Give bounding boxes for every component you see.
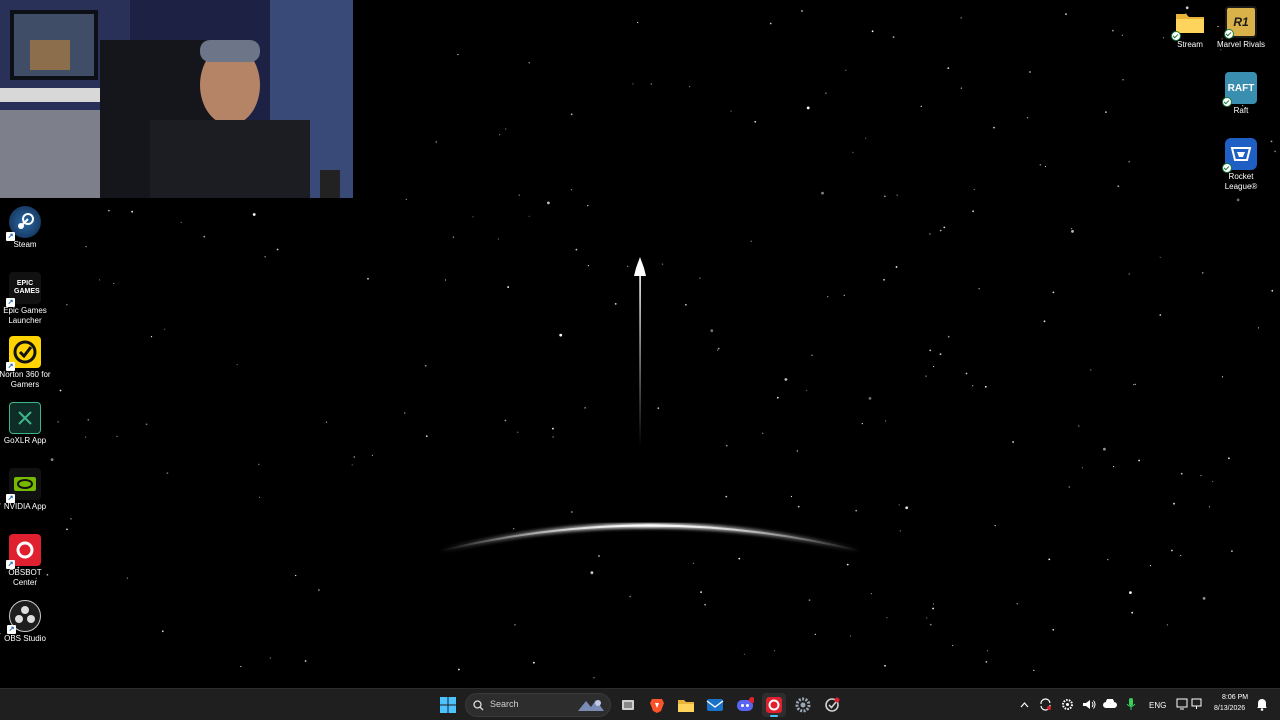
desktop-icon-obsbot[interactable]: ↗ OBSBOT Center	[0, 534, 53, 588]
rocket-trail	[639, 272, 641, 447]
desktop-icon-label: Rocket League®	[1224, 172, 1258, 191]
file-explorer-icon	[678, 700, 694, 712]
steam-icon: ↗	[6, 206, 41, 241]
task-view-icon	[622, 700, 634, 710]
clock-time[interactable]: 8:06 PM	[1222, 694, 1248, 701]
desktop-icon-label: OBS Studio	[4, 634, 46, 643]
microphone-icon[interactable]	[1126, 697, 1136, 711]
shortcut-arrow-icon: ↗	[6, 560, 15, 569]
monitor-icon[interactable]	[1191, 698, 1202, 710]
desktop-icon-goxlr[interactable]: GoXLR App	[0, 402, 53, 446]
raft-logo-text: RAFT	[1227, 82, 1255, 94]
brave-icon	[650, 699, 664, 713]
webcam-overlay	[0, 0, 353, 198]
epic-logo-text: EPIC GAMES	[14, 280, 40, 295]
desktop-icon-rocket-league[interactable]: Rocket League®	[1213, 138, 1269, 192]
discord-icon	[737, 697, 754, 711]
desktop-icon-obs-studio[interactable]: ↗ OBS Studio	[0, 600, 53, 644]
taskbar-outlook[interactable]	[703, 693, 727, 717]
norton-icon: ↗	[6, 336, 41, 371]
desktop-icon-label: Steam	[13, 240, 37, 249]
marvel-rivals-icon: R1	[1224, 6, 1257, 39]
sync-check-icon	[1171, 31, 1181, 41]
rocket-league-icon	[1222, 138, 1257, 173]
shortcut-arrow-icon: ↗	[6, 298, 15, 307]
taskbar-file-explorer[interactable]	[674, 693, 698, 717]
volume-icon[interactable]	[1082, 698, 1096, 711]
taskbar-search-box[interactable]: Search	[465, 693, 611, 717]
active-indicator	[770, 715, 778, 717]
outlook-icon	[706, 699, 724, 711]
language-indicator[interactable]: ENG	[1149, 701, 1166, 710]
shortcut-arrow-icon: ↗	[6, 494, 15, 503]
network-display-icon[interactable]	[1176, 698, 1189, 710]
chevron-up-icon[interactable]	[1020, 701, 1029, 709]
rocket	[634, 257, 646, 276]
clock-date[interactable]: 8/13/2026	[1214, 705, 1245, 712]
gear-tray-icon[interactable]	[1061, 698, 1074, 711]
desktop-icon-label: NVIDIA App	[3, 502, 47, 511]
taskbar-obsbot[interactable]	[762, 693, 786, 717]
sync-check-icon	[1222, 97, 1232, 107]
cloud-icon[interactable]	[1103, 699, 1117, 709]
sync-check-icon	[1222, 163, 1232, 173]
epic-games-icon: EPIC GAMES ↗	[6, 272, 41, 307]
shortcut-arrow-icon: ↗	[6, 362, 15, 371]
taskbar-settings[interactable]	[791, 693, 815, 717]
taskbar-norton[interactable]	[820, 693, 844, 717]
notification-bell-icon[interactable]	[1256, 697, 1268, 711]
obsbot-icon: ↗	[6, 534, 41, 569]
taskbar-discord[interactable]	[733, 693, 757, 717]
marvel-rivals-logo-text: R1	[1233, 15, 1249, 29]
desktop-icon-label: Marvel Rivals	[1216, 40, 1265, 49]
desktop-icon-marvel-rivals[interactable]: R1 Marvel Rivals	[1213, 6, 1269, 50]
start-icon	[440, 697, 456, 713]
raft-icon: RAFT	[1222, 72, 1257, 107]
search-placeholder: Search	[490, 699, 519, 709]
desktop-icon-label: Stream	[1177, 40, 1203, 49]
search-highlight-icon	[578, 700, 604, 711]
obs-icon: ↗	[7, 600, 41, 634]
obsbot-icon	[766, 697, 782, 713]
desktop-icon-label: Norton 360 for Gamers	[0, 370, 51, 389]
desktop-icon-norton[interactable]: ↗ Norton 360 for Gamers	[0, 336, 53, 390]
sync-icon[interactable]	[1039, 698, 1052, 711]
desktop-icon-raft[interactable]: RAFT Raft	[1213, 72, 1269, 116]
goxlr-icon	[9, 402, 41, 434]
search-icon	[473, 700, 484, 711]
desktop: ↗ Steam EPIC GAMES ↗ Epic Games Launcher…	[0, 0, 1280, 688]
taskbar: Search ENG 8:06 PM 8/13/2026	[0, 688, 1280, 720]
shortcut-arrow-icon: ↗	[6, 232, 15, 241]
desktop-icon-label: Raft	[1233, 106, 1249, 115]
task-view-button[interactable]	[616, 693, 640, 717]
sync-check-icon	[1224, 29, 1234, 39]
desktop-icon-label: GoXLR App	[3, 436, 47, 445]
nvidia-icon: ↗	[6, 468, 41, 503]
horizon-line	[439, 524, 861, 552]
settings-icon	[795, 697, 811, 713]
taskbar-brave[interactable]	[645, 693, 669, 717]
start-button[interactable]	[436, 693, 460, 717]
desktop-icon-label: OBSBOT Center	[8, 568, 42, 587]
desktop-icon-steam[interactable]: ↗ Steam	[0, 206, 53, 250]
desktop-icon-nvidia[interactable]: ↗ NVIDIA App	[0, 468, 53, 512]
desktop-icon-epic-games[interactable]: EPIC GAMES ↗ Epic Games Launcher	[0, 272, 53, 326]
desktop-icon-stream-folder[interactable]: Stream	[1162, 6, 1218, 50]
norton-tray-icon	[825, 697, 840, 712]
desktop-icon-label: Epic Games Launcher	[3, 306, 47, 325]
shortcut-arrow-icon: ↗	[7, 625, 16, 634]
folder-icon	[1171, 6, 1206, 41]
